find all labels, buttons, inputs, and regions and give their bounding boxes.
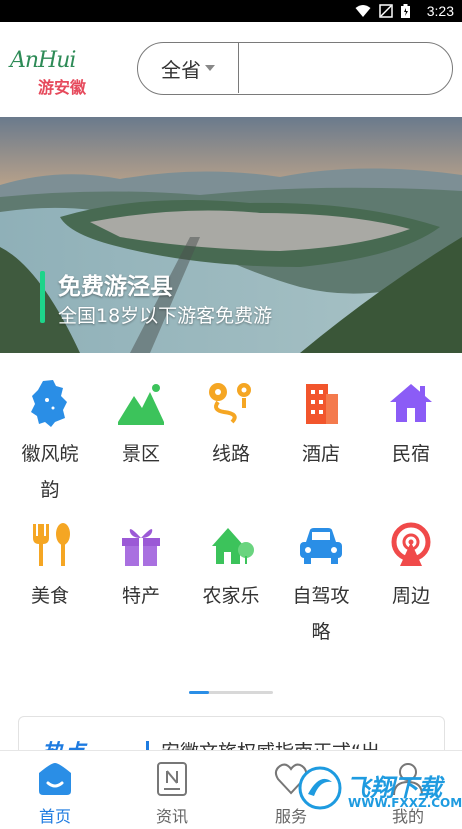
category-label: 线路: [211, 443, 250, 465]
banner-subtitle: 全国18岁以下游客免费游: [58, 305, 273, 327]
category-label: 自驾攻略: [292, 585, 350, 643]
anhui-map-icon: [31, 380, 67, 427]
page-indicator-active: [189, 691, 209, 694]
category-label: 酒店: [301, 443, 340, 465]
category-label: 特产: [121, 585, 160, 607]
no-sim-icon: [379, 4, 393, 18]
hero-banner[interactable]: 免费游泾县 全国18岁以下游客免费游: [0, 117, 462, 353]
nav-label: 首页: [38, 807, 71, 826]
status-time: 3:23: [426, 3, 454, 19]
nav-news[interactable]: 资讯: [126, 751, 218, 829]
nav-label: 资讯: [155, 807, 188, 826]
category-specialty[interactable]: 特产: [95, 520, 187, 614]
category-label: 周边: [391, 585, 430, 607]
fork-spoon-icon: [33, 523, 70, 566]
logo-text: 游安徽: [38, 78, 87, 97]
watermark-url: WWW.FXXZ.COM: [348, 796, 462, 810]
status-icons: [355, 4, 410, 18]
category-grid: 徽风皖韵 景区 线路 酒店 民宿 美食 特产 农家乐 自驾攻略 周边: [0, 370, 462, 670]
category-label: 景区: [121, 443, 160, 465]
category-food[interactable]: 美食: [4, 520, 96, 614]
route-icon: [209, 383, 251, 424]
app-logo[interactable]: AnHui 游安徽: [10, 48, 120, 108]
battery-icon: [401, 4, 410, 18]
car-icon: [300, 528, 342, 564]
category-self-drive[interactable]: 自驾攻略: [275, 520, 367, 650]
category-label: 美食: [30, 585, 69, 607]
farmhouse-icon: [212, 528, 254, 564]
banner-title: 免费游泾县: [58, 274, 173, 300]
region-label: 全省: [161, 57, 201, 82]
search-box: 全省: [137, 42, 453, 95]
category-routes[interactable]: 线路: [185, 378, 277, 472]
grid-page-indicator: [189, 691, 273, 694]
house-icon: [390, 384, 432, 422]
category-homestay[interactable]: 民宿: [365, 378, 457, 472]
status-bar: 3:23: [0, 0, 462, 22]
news-icon: [157, 762, 187, 796]
region-select[interactable]: 全省: [138, 43, 239, 93]
watermark: 飞翔下载 WWW.FXXZ.COM: [296, 764, 462, 814]
search-input[interactable]: [242, 45, 447, 91]
caret-down-icon: [205, 65, 215, 71]
logo-script: AnHui: [10, 48, 76, 73]
category-nearby[interactable]: 周边: [365, 520, 457, 614]
category-farmhouse[interactable]: 农家乐: [185, 520, 277, 614]
hotel-building-icon: [306, 384, 338, 424]
ferris-wheel-icon: [391, 522, 431, 566]
category-label: 农家乐: [202, 585, 260, 607]
category-huifeng[interactable]: 徽风皖韵: [4, 378, 96, 508]
nav-home[interactable]: 首页: [9, 751, 101, 829]
category-scenic[interactable]: 景区: [95, 378, 187, 472]
category-label: 民宿: [391, 443, 430, 465]
caption-accent-bar: [40, 271, 45, 323]
home-icon: [39, 763, 71, 795]
mountain-icon: [118, 384, 164, 425]
category-hotel[interactable]: 酒店: [275, 378, 367, 472]
watermark-logo-icon: [298, 766, 342, 810]
gift-icon: [122, 529, 160, 566]
category-label: 徽风皖韵: [21, 443, 79, 501]
wifi-icon: [355, 5, 371, 17]
header: AnHui 游安徽 全省: [0, 22, 462, 117]
